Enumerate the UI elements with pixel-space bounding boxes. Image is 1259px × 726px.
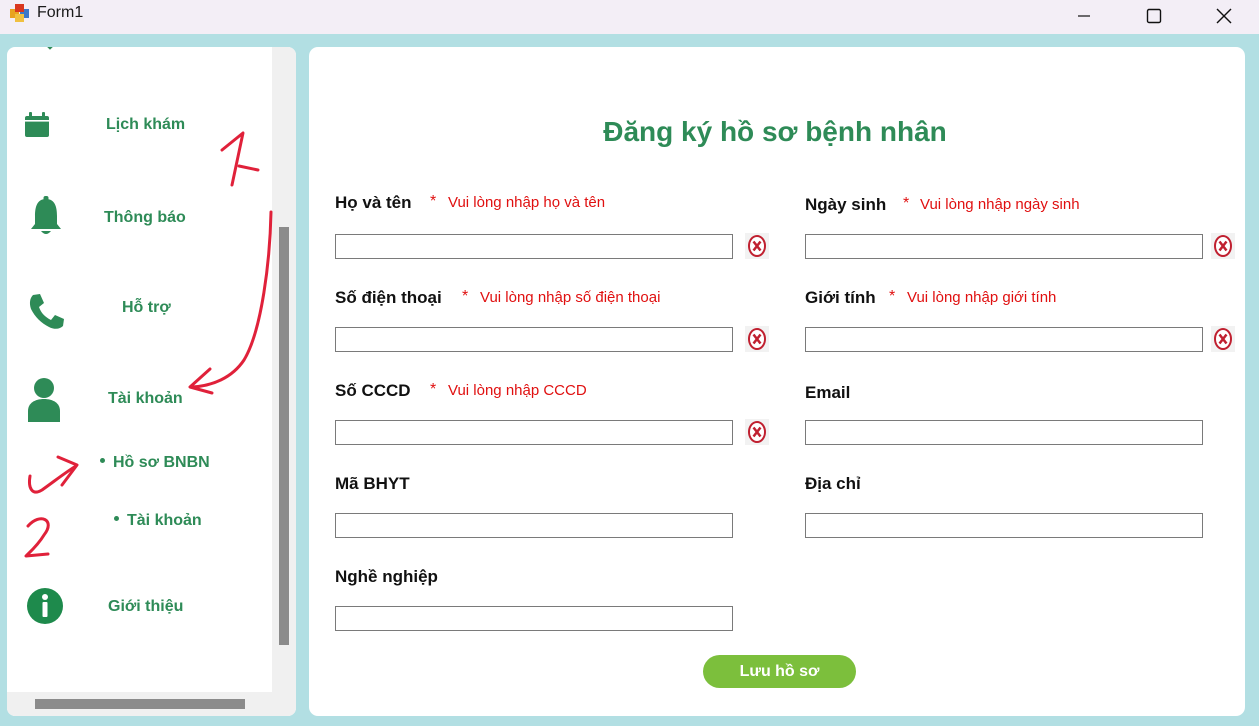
sidebar-item-thong-bao[interactable]: Thông báo bbox=[7, 192, 272, 242]
error-x-icon bbox=[1211, 233, 1235, 259]
cccd-label: Số CCCD bbox=[335, 381, 411, 400]
dia-chi-label: Địa chỉ bbox=[805, 474, 861, 493]
sidebar-subitem-tai-khoan[interactable]: Tài khoản bbox=[114, 512, 202, 530]
sidebar-item-lich-kham[interactable]: Lịch khám bbox=[7, 107, 272, 147]
close-icon bbox=[1216, 8, 1232, 24]
title-bar: Form1 bbox=[0, 0, 1259, 34]
minimize-icon bbox=[1078, 15, 1090, 17]
sdt-label: Số điện thoại bbox=[335, 288, 442, 307]
sidebar-item-tai-khoan[interactable]: Tài khoản bbox=[7, 375, 272, 425]
dia-chi-input[interactable] bbox=[805, 513, 1203, 538]
ho-ten-label: Họ và tên bbox=[335, 193, 412, 212]
ho-ten-error: Vui lòng nhập họ và tên bbox=[448, 194, 606, 211]
horizontal-scrollbar[interactable] bbox=[7, 692, 296, 716]
user-icon bbox=[28, 378, 60, 422]
ho-ten-input[interactable] bbox=[335, 234, 733, 259]
ngay-sinh-label: Ngày sinh bbox=[805, 195, 887, 214]
required-mark: * bbox=[462, 288, 469, 305]
sidebar-item-label: Lịch khám bbox=[106, 116, 186, 133]
bullet-icon bbox=[114, 516, 119, 522]
horizontal-scroll-thumb[interactable] bbox=[35, 699, 245, 709]
email-input[interactable] bbox=[805, 420, 1203, 445]
required-mark: * bbox=[889, 288, 896, 305]
sidebar: Lịch khám Thông báo Hỗ trợ Tài khoản Hồ … bbox=[7, 47, 296, 716]
info-icon bbox=[27, 588, 63, 624]
email-label: Email bbox=[805, 383, 851, 402]
vertical-scroll-thumb[interactable] bbox=[279, 227, 289, 645]
app-icon bbox=[10, 4, 29, 22]
gioi-tinh-label: Giới tính bbox=[805, 288, 876, 307]
required-mark: * bbox=[903, 195, 910, 212]
close-button[interactable] bbox=[1201, 0, 1247, 32]
sidebar-item-label: Hỗ trợ bbox=[122, 299, 171, 316]
maximize-button[interactable] bbox=[1131, 0, 1177, 32]
error-x-icon bbox=[745, 419, 769, 445]
bhyt-label: Mã BHYT bbox=[335, 474, 410, 493]
sdt-error: Vui lòng nhập số điện thoại bbox=[480, 289, 661, 306]
chevron-icon bbox=[47, 47, 53, 50]
required-mark: * bbox=[430, 193, 437, 210]
save-button[interactable]: Lưu hồ sơ bbox=[703, 655, 856, 688]
vertical-scrollbar[interactable] bbox=[272, 47, 296, 692]
bullet-icon bbox=[100, 458, 105, 464]
bhyt-input[interactable] bbox=[335, 513, 733, 538]
nghe-nghiep-label: Nghề nghiệp bbox=[335, 567, 438, 586]
ngay-sinh-input[interactable] bbox=[805, 234, 1203, 259]
sidebar-item-label: Giới thiệu bbox=[108, 598, 184, 615]
sidebar-subitem-ho-so[interactable]: Hồ sơ BNBN bbox=[100, 454, 210, 472]
sidebar-subitem-label: Hồ sơ BNBN bbox=[113, 454, 210, 471]
maximize-icon bbox=[1146, 8, 1162, 24]
sidebar-subitem-label: Tài khoản bbox=[127, 512, 202, 529]
ngay-sinh-error: Vui lòng nhập ngày sinh bbox=[920, 196, 1080, 213]
gioi-tinh-input[interactable] bbox=[805, 327, 1203, 352]
main-panel: Đăng ký hồ sơ bệnh nhân Họ và tên * Vui … bbox=[309, 47, 1245, 716]
error-x-icon bbox=[1211, 326, 1235, 352]
sidebar-item-ho-tro[interactable]: Hỗ trợ bbox=[7, 287, 272, 337]
page-title: Đăng ký hồ sơ bệnh nhân bbox=[603, 116, 947, 147]
calendar-icon bbox=[25, 112, 49, 137]
sidebar-item-label: Tài khoản bbox=[108, 390, 183, 407]
sdt-input[interactable] bbox=[335, 327, 733, 352]
error-x-icon bbox=[745, 233, 769, 259]
sidebar-item-gioi-thieu[interactable]: Giới thiệu bbox=[7, 587, 272, 631]
gioi-tinh-error: Vui lòng nhập giới tính bbox=[907, 289, 1057, 306]
bell-icon bbox=[31, 196, 61, 234]
phone-icon bbox=[29, 294, 65, 329]
cccd-error: Vui lòng nhập CCCD bbox=[448, 382, 587, 399]
window-title: Form1 bbox=[37, 4, 84, 21]
minimize-button[interactable] bbox=[1061, 0, 1107, 32]
nghe-nghiep-input[interactable] bbox=[335, 606, 733, 631]
required-mark: * bbox=[430, 381, 437, 398]
sidebar-item-label: Thông báo bbox=[104, 209, 186, 226]
error-x-icon bbox=[745, 326, 769, 352]
cccd-input[interactable] bbox=[335, 420, 733, 445]
